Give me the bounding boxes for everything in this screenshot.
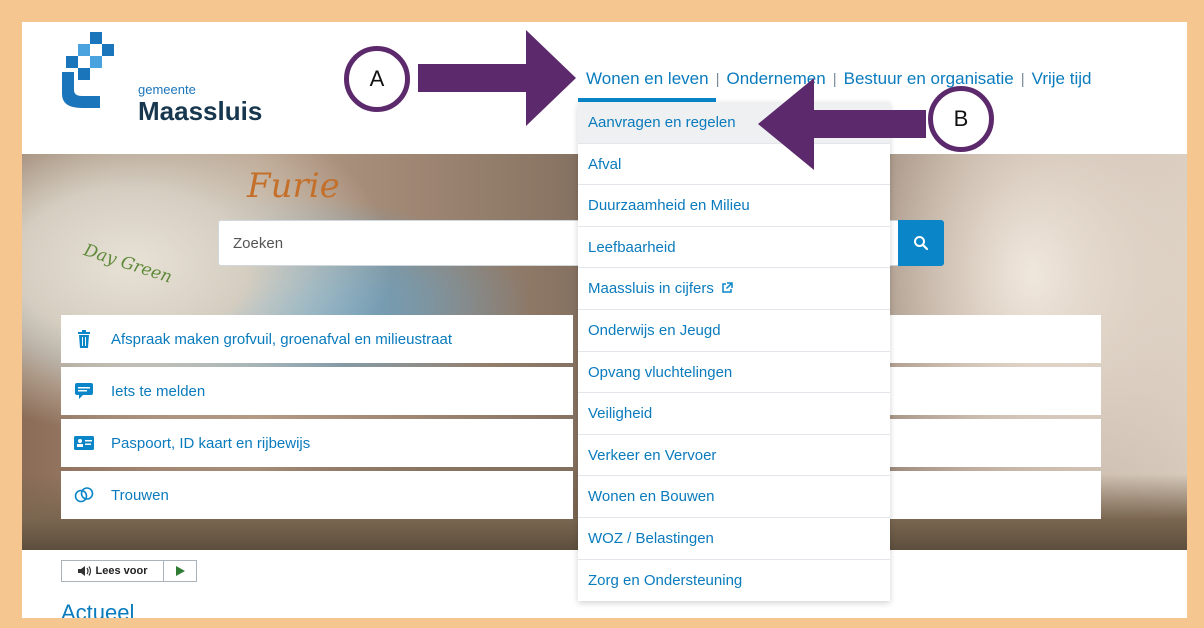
dropdown-item-wonen-bouwen[interactable]: Wonen en Bouwen [578, 476, 890, 518]
hero-painted-text: Furie [247, 166, 340, 206]
nav-separator: | [715, 70, 720, 88]
dropdown-item-verkeer[interactable]: Verkeer en Vervoer [578, 435, 890, 477]
annotation-badge-a: A [344, 46, 410, 112]
quick-link-paspoort[interactable]: Paspoort, ID kaart en rijbewijs [61, 419, 573, 467]
speaker-icon [77, 566, 91, 576]
quick-link-grofvuil[interactable]: Afspraak maken grofvuil, groenafval en m… [61, 315, 573, 363]
dropdown-item-veiligheid[interactable]: Veiligheid [578, 393, 890, 435]
nav-dropdown-menu: Aanvragen en regelen Afval Duurzaamheid … [578, 102, 890, 602]
section-title-actueel: Actueel [61, 600, 135, 618]
arrow-left-icon [758, 78, 926, 170]
dropdown-item-onderwijs[interactable]: Onderwijs en Jeugd [578, 310, 890, 352]
play-icon [175, 566, 185, 576]
quick-link-panel-right [890, 471, 1101, 519]
lees-voor-widget: Lees voor [61, 560, 197, 582]
quick-link-label: Trouwen [111, 486, 169, 504]
maassluis-logo[interactable]: gemeente Maassluis [60, 32, 263, 132]
trash-icon [73, 330, 95, 348]
annotation-badge-b: B [928, 86, 994, 152]
annotation-label: A [369, 66, 385, 91]
quick-link-trouwen[interactable]: Trouwen [61, 471, 573, 519]
logo-mark-icon [62, 32, 114, 108]
quick-link-label: Iets te melden [111, 382, 206, 400]
external-link-icon [722, 282, 733, 294]
logo-gemeente-text: gemeente [138, 82, 196, 97]
rings-icon [73, 487, 95, 503]
id-card-icon [73, 436, 95, 450]
lees-voor-label: Lees voor [95, 565, 148, 577]
search-button[interactable] [898, 220, 944, 266]
hero-painted-text: Day Green [81, 240, 175, 288]
dropdown-item-leefbaarheid[interactable]: Leefbaarheid [578, 227, 890, 269]
lees-voor-button[interactable]: Lees voor [62, 561, 164, 581]
logo-name-text: Maassluis [138, 96, 263, 126]
dropdown-item-woz[interactable]: WOZ / Belastingen [578, 518, 890, 560]
nav-item-vrije-tijd[interactable]: Vrije tijd [1032, 69, 1092, 89]
quick-link-panel-right [890, 315, 1101, 363]
nav-separator: | [1020, 70, 1025, 88]
quick-link-label: Afspraak maken grofvuil, groenafval en m… [111, 330, 453, 348]
dropdown-item-duurzaamheid[interactable]: Duurzaamheid en Milieu [578, 185, 890, 227]
dropdown-item-maassluis-in-cijfers[interactable]: Maassluis in cijfers [578, 268, 890, 310]
arrow-right-icon [418, 30, 576, 126]
quick-link-label: Paspoort, ID kaart en rijbewijs [111, 434, 311, 452]
dropdown-item-zorg[interactable]: Zorg en Ondersteuning [578, 560, 890, 602]
dropdown-item-opvang[interactable]: Opvang vluchtelingen [578, 352, 890, 394]
website-page: gemeente Maassluis Wonen en leven | Onde… [22, 22, 1187, 618]
quick-link-panel-right [890, 367, 1101, 415]
search-icon [914, 236, 929, 251]
play-button[interactable] [164, 566, 196, 576]
annotation-label: B [953, 106, 969, 131]
nav-item-wonen-en-leven[interactable]: Wonen en leven [586, 69, 709, 89]
quick-link-melden[interactable]: Iets te melden [61, 367, 573, 415]
chat-icon [73, 383, 95, 399]
quick-link-panel-right [890, 419, 1101, 467]
dropdown-item-label: Maassluis in cijfers [588, 280, 714, 298]
